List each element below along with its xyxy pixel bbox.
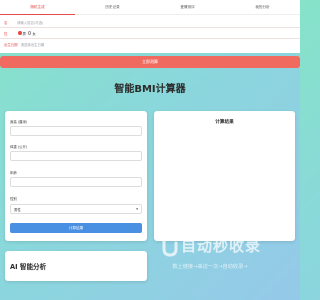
divider xyxy=(0,38,300,39)
name-row: 名 请输入姓名(可选) xyxy=(4,18,43,26)
height-label: 身高 (厘米) xyxy=(10,120,28,124)
start-button[interactable]: 立即测算 xyxy=(0,56,300,68)
tab-history[interactable]: 历史记录 xyxy=(75,0,150,15)
tab-bar: 随机生成 历史记录 爱情测评 我的分析 xyxy=(0,0,300,15)
gender-radio-male[interactable]: 男 xyxy=(18,31,26,36)
gender-label: 性 xyxy=(4,31,8,36)
height-input[interactable] xyxy=(10,126,142,136)
birth-row: 出生日期 请选择出生日期 xyxy=(4,40,44,48)
quick-form: 名 请输入姓名(可选) 性 男 女 出生日期 请选择出生日期 xyxy=(0,15,300,53)
birth-label: 出生日期 xyxy=(4,42,18,47)
watermark-brand: 自动秒收录 xyxy=(181,237,262,255)
result-card: 计算结果 xyxy=(154,111,295,241)
ai-analysis-title: AI 智能分析 xyxy=(10,263,47,271)
ai-analysis-card: AI 智能分析 xyxy=(5,251,147,281)
watermark-logo-icon xyxy=(162,235,178,257)
page-title: 智能BMI计算器 xyxy=(114,84,186,95)
gender-field-label: 性别 xyxy=(10,197,17,201)
tab-my-analysis[interactable]: 我的分析 xyxy=(225,0,300,15)
gender-select-value: 男性 xyxy=(14,207,21,212)
gender-male-label: 男 xyxy=(22,31,26,36)
tab-love-test[interactable]: 爱情测评 xyxy=(150,0,225,15)
gender-radio-female[interactable]: 女 xyxy=(27,31,36,36)
tab-random[interactable]: 随机生成 xyxy=(0,0,75,15)
age-label: 年龄 xyxy=(10,171,17,175)
calculate-button[interactable]: 计算结果 xyxy=(10,223,142,233)
name-input[interactable]: 请输入姓名(可选) xyxy=(17,20,43,25)
divider xyxy=(0,27,300,28)
name-label: 名 xyxy=(4,20,8,25)
watermark-slogan: 数上链接→来访一次→自动收录→ xyxy=(172,264,248,270)
calculator-card: 身高 (厘米) 体重 (公斤) 年龄 性别 男性 ▾ 计算结果 xyxy=(5,111,147,241)
weight-input[interactable] xyxy=(10,151,142,161)
gender-select[interactable]: 男性 ▾ xyxy=(10,204,142,214)
birth-input[interactable]: 请选择出生日期 xyxy=(21,42,45,47)
gender-female-label: 女 xyxy=(32,31,36,36)
radio-dot-icon xyxy=(18,31,22,35)
gender-row: 性 男 女 xyxy=(4,29,36,37)
age-input[interactable] xyxy=(10,177,142,187)
weight-label: 体重 (公斤) xyxy=(10,145,28,149)
watermark: 自动秒收录 数上链接→来访一次→自动收录→ xyxy=(155,231,300,281)
chevron-down-icon: ▾ xyxy=(136,207,138,211)
radio-dot-icon xyxy=(27,31,32,35)
result-title: 计算结果 xyxy=(215,120,234,125)
